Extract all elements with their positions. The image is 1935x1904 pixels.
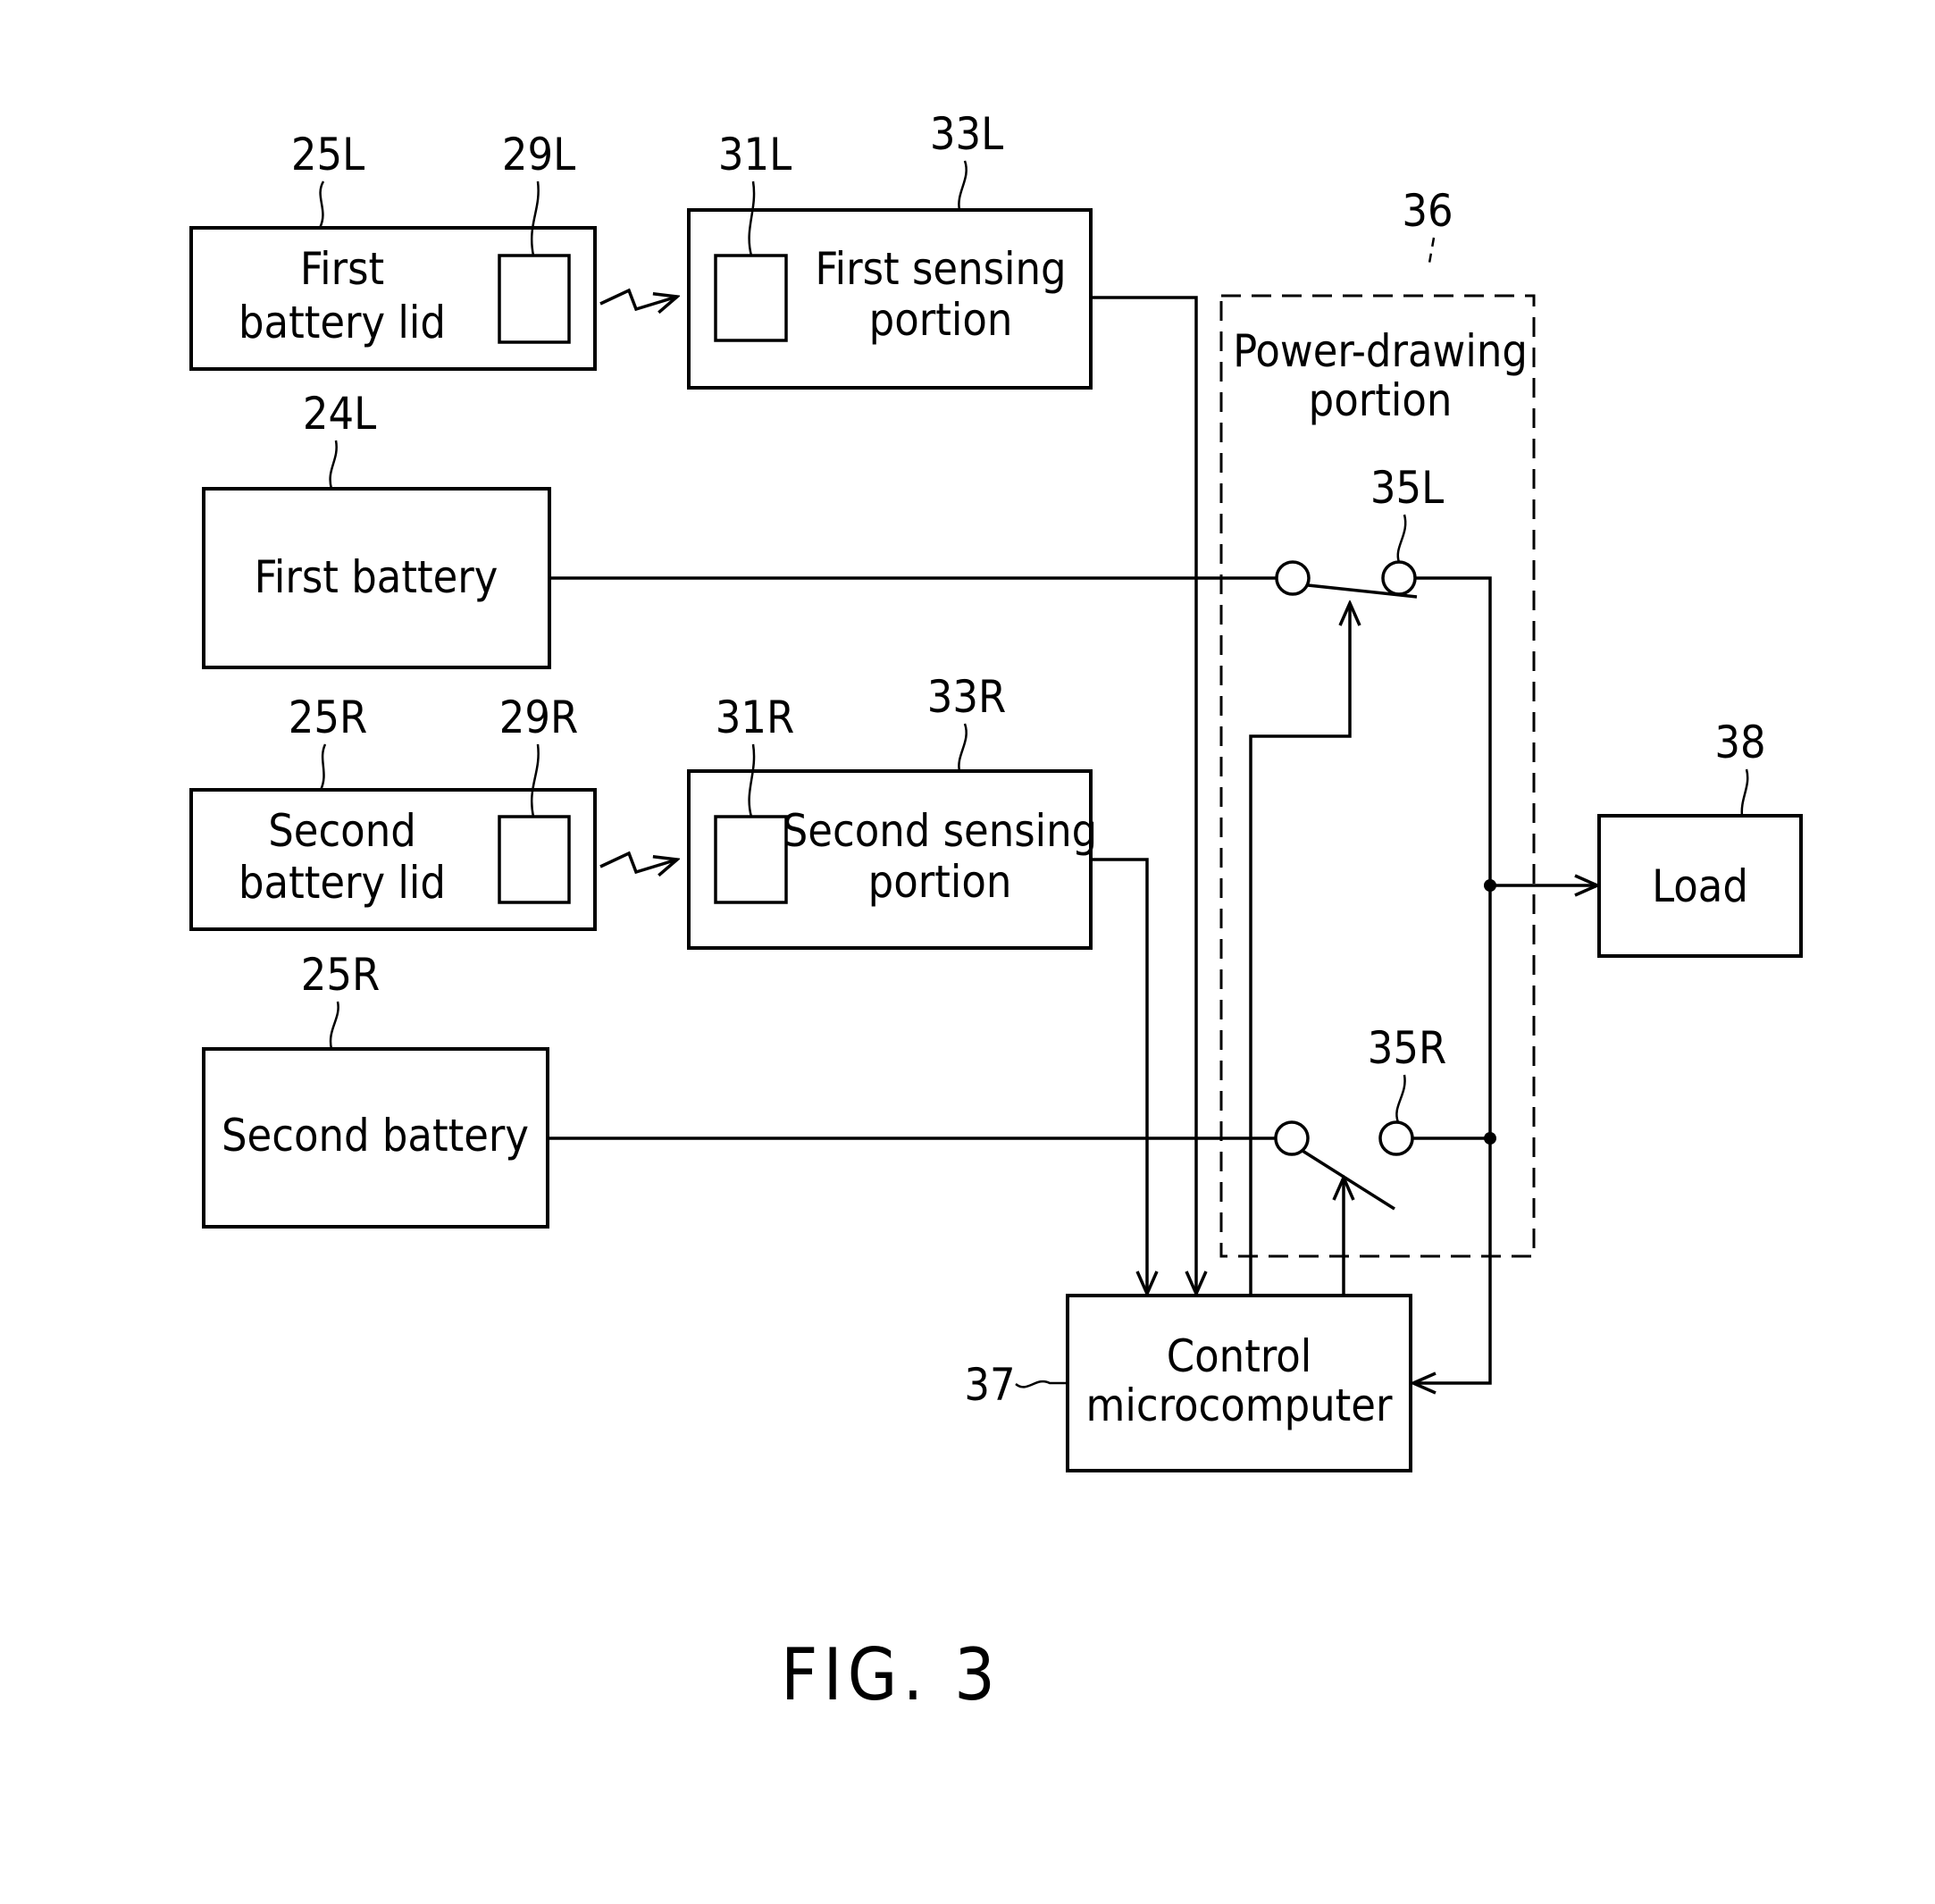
ref-33R: 33R — [927, 671, 1006, 723]
leader-33R — [958, 723, 968, 772]
switch-35R-terminal-left — [1274, 1120, 1310, 1156]
control-label-line2: microcomputer — [1086, 1380, 1393, 1431]
ref-29R: 29R — [499, 692, 578, 743]
power-drawing-portion-box — [1219, 294, 1536, 1258]
ref-33L: 33L — [930, 108, 1003, 160]
leader-35L — [1396, 514, 1407, 563]
power-drawing-label-line2: portion — [1309, 374, 1453, 426]
wireless-signal-icon-left — [599, 288, 677, 309]
second-battery-block: Second battery — [202, 1047, 549, 1229]
switch-35R-terminal-right — [1378, 1120, 1414, 1156]
first-battery-label: First battery — [255, 551, 498, 603]
ref-38: 38 — [1714, 717, 1765, 768]
wire-second-sensing-to-control — [1091, 858, 1147, 1294]
load-label: Load — [1652, 860, 1748, 912]
junction-dot-35R — [1484, 1132, 1496, 1145]
switch-35L-terminal-left — [1275, 560, 1311, 596]
ref-37: 37 — [964, 1359, 1015, 1411]
second-sensing-label-line2: portion — [868, 856, 1012, 908]
ref-25R-lid: 25R — [289, 692, 367, 743]
switch-35R-blade — [1302, 1149, 1395, 1211]
leader-37 — [1015, 1380, 1068, 1388]
leader-33L — [958, 160, 968, 211]
first-battery-lid-block: First battery lid — [189, 226, 597, 371]
first-battery-lid-label-line2: battery lid — [239, 297, 446, 348]
leader-35R — [1395, 1074, 1406, 1123]
leader-25R-battery — [329, 1001, 339, 1050]
sensor-31L — [714, 254, 788, 342]
figure-caption: FIG. 3 — [781, 1633, 1001, 1716]
magnet-29R — [498, 815, 571, 904]
magnet-29L — [498, 254, 571, 344]
second-battery-label: Second battery — [222, 1110, 529, 1162]
leader-25R-lid — [319, 743, 327, 791]
ref-25R-battery: 25R — [301, 949, 380, 1001]
ref-36: 36 — [1402, 185, 1453, 237]
load-block: Load — [1597, 814, 1803, 958]
switch-35L-terminal-right — [1381, 560, 1417, 596]
block-diagram: First battery lid 25L 29L First sensing … — [189, 108, 1803, 1716]
wire-bus-to-control — [1413, 1138, 1492, 1383]
leader-36 — [1427, 237, 1436, 269]
first-sensing-label-line2: portion — [869, 294, 1013, 346]
leader-38 — [1740, 768, 1749, 817]
ref-31R: 31R — [716, 692, 794, 743]
ref-31L: 31L — [718, 129, 792, 180]
ref-35R: 35R — [1368, 1022, 1446, 1074]
ref-35L: 35L — [1370, 462, 1444, 514]
second-sensing-label-line1: Second sensing — [783, 805, 1098, 857]
ref-25L: 25L — [291, 129, 364, 180]
second-battery-lid-label-line1: Second — [268, 805, 416, 857]
second-battery-lid-label-line2: battery lid — [239, 857, 446, 909]
control-label-line1: Control — [1167, 1330, 1311, 1382]
first-sensing-label-line1: First sensing — [815, 243, 1066, 295]
leader-25L — [318, 180, 325, 229]
second-battery-lid-block: Second battery lid — [189, 788, 597, 931]
sensor-31R — [714, 815, 788, 904]
first-battery-block: First battery — [202, 487, 551, 669]
first-battery-lid-label-line1: First — [300, 243, 384, 295]
power-drawing-label-line1: Power-drawing — [1233, 325, 1528, 377]
control-microcomputer-block: Control microcomputer — [1066, 1294, 1412, 1472]
ref-24L: 24L — [303, 388, 376, 440]
leader-24L — [329, 440, 338, 490]
ref-29L: 29L — [502, 129, 575, 180]
switch-35L — [1275, 560, 1418, 599]
wireless-signal-icon-right — [599, 851, 677, 872]
wire-control-to-switch-35L — [1249, 603, 1350, 1296]
wire-first-sensing-to-control — [1091, 296, 1196, 1294]
junction-dot-load — [1484, 879, 1496, 892]
